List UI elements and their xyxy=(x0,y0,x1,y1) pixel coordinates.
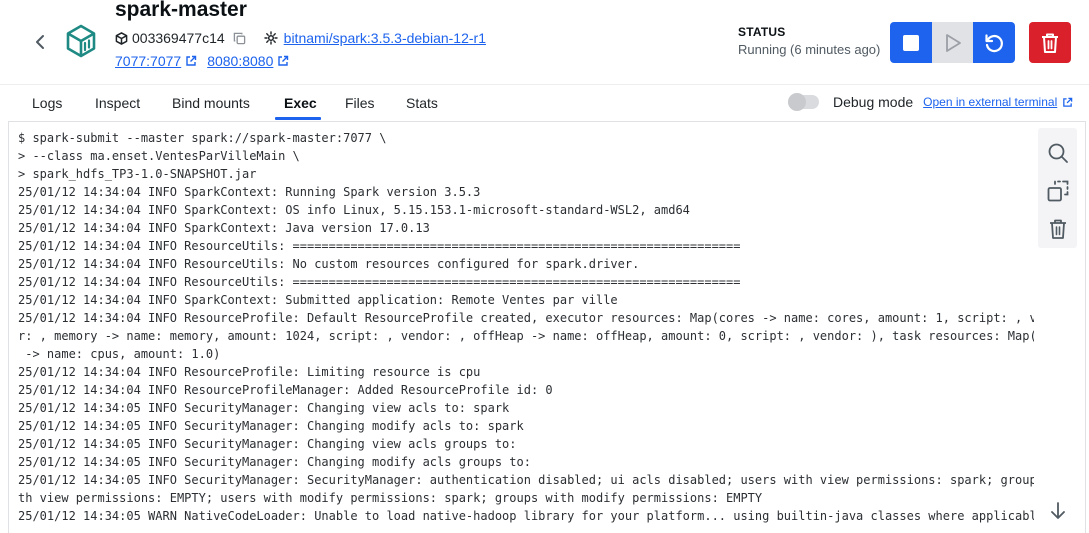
terminal-line: 25/01/12 14:34:05 WARN NativeCodeLoader:… xyxy=(18,509,1034,523)
terminal-line: 25/01/12 14:34:04 INFO ResourceProfile: … xyxy=(18,365,481,379)
terminal-line: th view permissions: EMPTY; users with m… xyxy=(18,491,763,505)
terminal-line: 25/01/12 14:34:05 INFO SecurityManager: … xyxy=(18,401,510,415)
stop-button[interactable] xyxy=(890,22,932,63)
delete-button[interactable] xyxy=(1029,22,1071,63)
container-icon xyxy=(64,24,98,58)
external-link-icon xyxy=(278,55,289,66)
port-link-7077[interactable]: 7077:7077 xyxy=(115,53,197,69)
tab-stats[interactable]: Stats xyxy=(406,95,438,111)
status-label: STATUS xyxy=(738,25,786,39)
chevron-left-icon xyxy=(36,35,44,49)
terminal-output: $ spark-submit --master spark://spark-ma… xyxy=(18,129,1034,525)
terminal-line: 25/01/12 14:34:04 INFO SparkContext: Run… xyxy=(18,185,481,199)
external-link-icon xyxy=(186,55,197,66)
tab-exec[interactable]: Exec xyxy=(284,95,317,111)
terminal-line: > --class ma.enset.VentesParVilleMain \ xyxy=(18,149,300,163)
tab-bind-mounts[interactable]: Bind mounts xyxy=(172,95,250,111)
arrow-down-icon xyxy=(1051,502,1065,519)
clear-output-button[interactable] xyxy=(1046,217,1070,241)
image-link[interactable]: bitnami/spark:3.5.3-debian-12-r1 xyxy=(284,30,486,46)
terminal-line: 25/01/12 14:34:04 INFO ResourceUtils: ==… xyxy=(18,275,741,289)
terminal-line: 25/01/12 14:34:05 INFO SecurityManager: … xyxy=(18,473,1034,487)
copy-icon xyxy=(1047,180,1069,202)
open-external-terminal-link[interactable]: Open in external terminal xyxy=(923,95,1073,109)
restart-button[interactable] xyxy=(973,22,1015,63)
external-terminal-label: Open in external terminal xyxy=(923,95,1058,109)
active-tab-indicator xyxy=(275,117,321,120)
port-label: 7077:7077 xyxy=(115,53,182,69)
copy-id-icon[interactable] xyxy=(233,32,246,45)
container-id: 003369477c14 xyxy=(132,30,225,46)
port-links: 7077:7077 8080:8080 xyxy=(115,52,289,70)
debug-mode-control: Debug mode Open in external terminal xyxy=(788,93,1073,111)
terminal-line: 25/01/12 14:34:04 INFO ResourceProfileMa… xyxy=(18,383,553,397)
play-icon xyxy=(946,33,961,52)
terminal-line: 25/01/12 14:34:04 INFO SparkContext: Sub… xyxy=(18,293,618,307)
trash-icon xyxy=(1050,219,1066,239)
search-icon xyxy=(1048,143,1068,163)
container-header: spark-master 003369477c14 bitnami/spark:… xyxy=(0,0,1089,84)
trash-icon xyxy=(1042,33,1058,53)
back-button[interactable] xyxy=(30,30,50,54)
terminal-line: 25/01/12 14:34:04 INFO ResourceUtils: No… xyxy=(18,257,640,271)
restart-icon xyxy=(985,33,1003,52)
port-label: 8080:8080 xyxy=(207,53,274,69)
start-button[interactable] xyxy=(932,22,974,63)
copy-output-button[interactable] xyxy=(1046,179,1070,203)
terminal-line: -> name: cpus, amount: 1.0) xyxy=(18,347,221,361)
container-meta: 003369477c14 bitnami/spark:3.5.3-debian-… xyxy=(115,29,486,47)
search-button[interactable] xyxy=(1046,141,1070,165)
image-icon xyxy=(263,31,278,45)
terminal-line: 25/01/12 14:34:04 INFO SparkContext: OS … xyxy=(18,203,690,217)
terminal-line: 25/01/12 14:34:04 INFO ResourceProfile: … xyxy=(18,311,1034,325)
terminal-toolbar xyxy=(1038,128,1077,248)
terminal-line: > spark_hdfs_TP3-1.0-SNAPSHOT.jar xyxy=(18,167,257,181)
tab-logs[interactable]: Logs xyxy=(32,95,62,111)
box-icon xyxy=(115,31,128,45)
terminal-line: 25/01/12 14:34:04 INFO SparkContext: Jav… xyxy=(18,221,430,235)
terminal-line: 25/01/12 14:34:05 INFO SecurityManager: … xyxy=(18,455,531,469)
terminal-line: 25/01/12 14:34:05 INFO SecurityManager: … xyxy=(18,419,524,433)
terminal-line: $ spark-submit --master spark://spark-ma… xyxy=(18,131,387,145)
terminal[interactable]: $ spark-submit --master spark://spark-ma… xyxy=(8,121,1086,533)
external-link-icon xyxy=(1063,97,1073,107)
terminal-line: r: , memory -> name: memory, amount: 102… xyxy=(18,329,1034,343)
status-text: Running (6 minutes ago) xyxy=(738,42,881,57)
debug-mode-toggle[interactable] xyxy=(788,93,819,111)
container-name: spark-master xyxy=(115,0,247,21)
terminal-line: 25/01/12 14:34:04 INFO ResourceUtils: ==… xyxy=(18,239,741,253)
stop-icon xyxy=(903,34,919,51)
scroll-to-bottom-button[interactable] xyxy=(1046,499,1070,523)
port-link-8080[interactable]: 8080:8080 xyxy=(207,53,289,69)
debug-mode-label: Debug mode xyxy=(833,94,914,110)
tab-files[interactable]: Files xyxy=(345,95,375,111)
tab-inspect[interactable]: Inspect xyxy=(95,95,140,111)
terminal-line: 25/01/12 14:34:05 INFO SecurityManager: … xyxy=(18,437,517,451)
